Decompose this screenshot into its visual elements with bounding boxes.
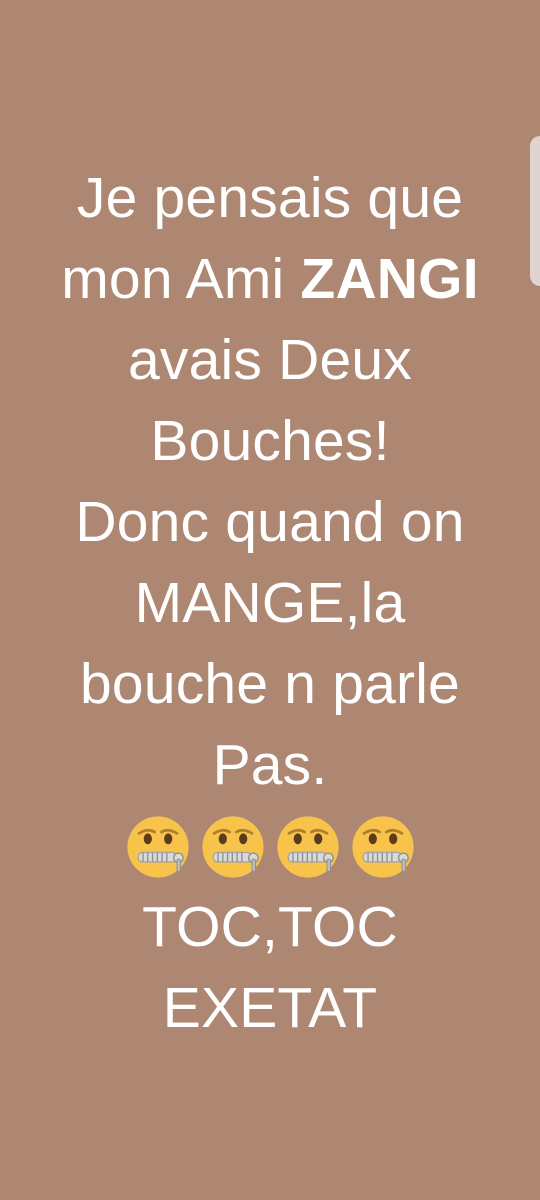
- text-line-2-prefix: mon Ami: [61, 247, 301, 311]
- text-line-3: avais Deux: [128, 328, 412, 392]
- text-line-5: Donc quand on: [75, 490, 465, 554]
- text-line-9: TOC,TOC: [142, 895, 398, 959]
- status-post[interactable]: Je pensais que mon Ami ZANGI avais Deux …: [0, 0, 540, 1200]
- zipper-mouth-face-icon: [351, 815, 414, 878]
- text-line-4: Bouches!: [150, 409, 390, 473]
- emoji-row: [18, 806, 522, 887]
- scroll-handle[interactable]: [530, 136, 540, 286]
- status-text: Je pensais que mon Ami ZANGI avais Deux …: [18, 158, 522, 1049]
- text-line-1: Je pensais que: [76, 166, 464, 230]
- zipper-mouth-face-icon: [201, 815, 264, 878]
- text-line-8: Pas.: [212, 733, 328, 797]
- text-line-10: EXETAT: [162, 976, 378, 1040]
- friend-name: ZANGI: [300, 247, 479, 311]
- zipper-mouth-face-icon: [276, 815, 339, 878]
- text-line-6: MANGE,la: [134, 571, 406, 635]
- text-line-7: bouche n parle: [80, 652, 460, 716]
- zipper-mouth-face-icon: [126, 815, 189, 878]
- text-line-2: mon Ami ZANGI: [18, 239, 522, 320]
